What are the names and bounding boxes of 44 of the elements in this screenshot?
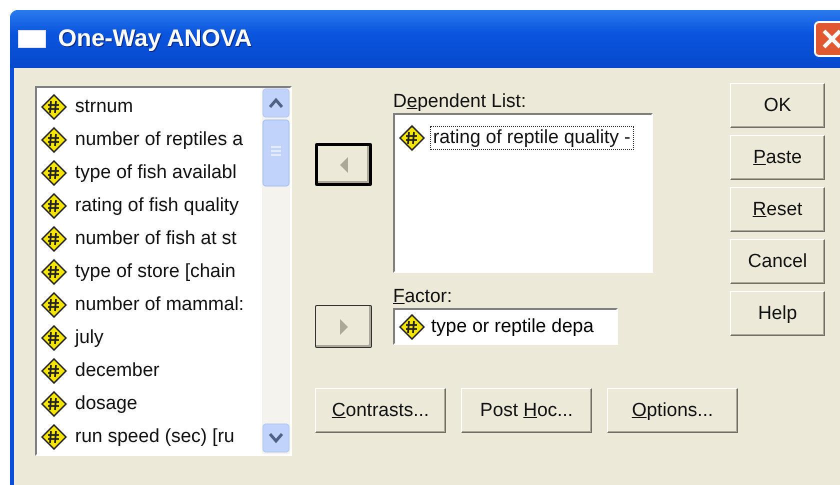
variable-item[interactable]: run speed (sec) [ru (73, 426, 236, 448)
dependent-list[interactable]: rating of reptile quality - (393, 113, 653, 273)
field-label: Factor: (393, 286, 454, 308)
numeric-variable-icon (41, 94, 67, 120)
numeric-variable-icon (41, 424, 67, 450)
variable-item[interactable]: type of fish availabl (73, 162, 239, 184)
dialog-button[interactable]: OK (730, 83, 825, 128)
dialog-button[interactable]: Help (730, 291, 825, 336)
numeric-variable-icon (41, 292, 67, 318)
dialog-button[interactable]: Reset (730, 187, 825, 232)
numeric-variable-icon (399, 314, 425, 340)
numeric-variable-icon (41, 192, 67, 219)
close-icon[interactable] (814, 21, 840, 57)
dialog-button[interactable]: Contrasts... (315, 388, 446, 433)
scrollbar-drawing[interactable] (262, 88, 290, 454)
variable-item[interactable]: rating of reptile quality - (431, 127, 632, 149)
window-title: One-Way ANOVA (58, 25, 252, 53)
dialog-button[interactable]: Paste (730, 135, 825, 180)
variable-item[interactable]: rating of fish quality (73, 194, 241, 217)
dialog-button[interactable]: Cancel (730, 239, 825, 284)
variable-list[interactable]: strnum number of reptiles a type of fish availabl rating of fish quality number of fish at st type of store [chain number of mammal: july december dosage run speed (sec) [ru (35, 86, 292, 456)
dialog-button[interactable]: Post Hoc... (461, 388, 592, 433)
numeric-variable-icon (41, 391, 67, 418)
variable-item[interactable]: number of reptiles a (73, 128, 245, 151)
numeric-variable-icon (41, 325, 67, 352)
move-button[interactable] (315, 143, 372, 186)
numeric-variable-icon (41, 160, 67, 186)
variable-item[interactable]: july (73, 327, 106, 350)
window-icon (18, 30, 46, 48)
numeric-variable-icon (399, 125, 425, 151)
numeric-variable-icon (41, 126, 67, 153)
variable-item[interactable]: dosage (73, 393, 140, 416)
variable-item[interactable]: december (73, 360, 162, 382)
field-label: Dependent List: (393, 91, 528, 113)
variable-item[interactable]: number of fish at st (73, 228, 239, 250)
numeric-variable-icon (41, 358, 67, 384)
variable-item[interactable]: number of mammal: (73, 294, 246, 316)
numeric-variable-icon (41, 226, 67, 252)
numeric-variable-icon (41, 259, 67, 286)
variable-item[interactable]: strnum (73, 96, 136, 118)
factor-field[interactable]: type or reptile depa (393, 308, 618, 345)
dialog-button[interactable]: Options... (607, 388, 738, 433)
variable-item[interactable]: type of store [chain (73, 261, 238, 284)
move-button[interactable] (315, 305, 372, 348)
